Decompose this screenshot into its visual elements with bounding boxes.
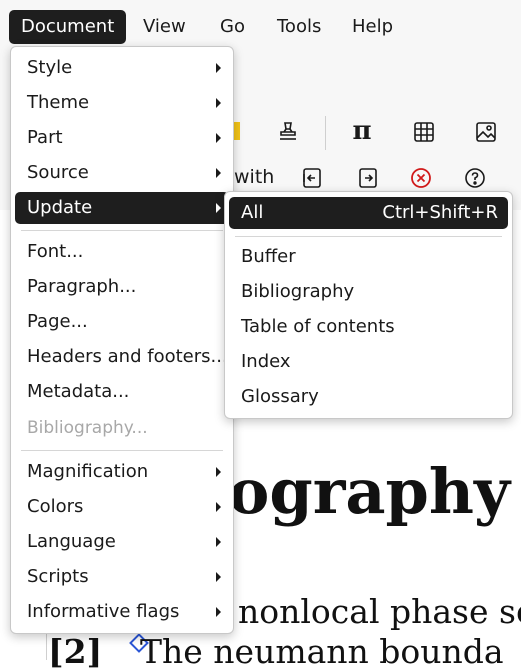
submenu-arrow-icon <box>216 63 221 73</box>
submenu-arrow-icon <box>216 467 221 477</box>
submenu-item-table-of-contents[interactable]: Table of contents <box>229 311 508 343</box>
menu-tools[interactable]: Tools <box>265 10 333 44</box>
menu-item-language[interactable]: Language <box>15 526 229 558</box>
cancel-icon[interactable] <box>407 164 435 192</box>
menu-item-label: Language <box>27 531 116 552</box>
menu-item-colors[interactable]: Colors <box>15 491 229 523</box>
submenu-item-glossary[interactable]: Glossary <box>229 381 508 413</box>
menu-item-label: Style <box>27 57 73 78</box>
submenu-arrow-icon <box>216 607 221 617</box>
menu-item-label: Magnification <box>27 461 149 482</box>
menubar: Document View Go Tools Help <box>0 0 521 50</box>
menu-item-label: Scripts <box>27 566 89 587</box>
menu-item-style[interactable]: Style <box>15 52 229 84</box>
update-submenu: All Ctrl+Shift+R Buffer Bibliography Tab… <box>224 191 513 419</box>
menu-item-label: Part <box>27 127 63 148</box>
submenu-arrow-icon <box>216 98 221 108</box>
doc-text-line-1: nonlocal phase se <box>238 592 521 631</box>
submenu-arrow-icon <box>216 203 221 213</box>
menu-item-font[interactable]: Font... <box>15 236 229 268</box>
table-icon[interactable] <box>410 118 438 146</box>
fold-right-icon[interactable] <box>354 164 382 192</box>
menu-go[interactable]: Go <box>208 10 257 44</box>
submenu-arrow-icon <box>216 537 221 547</box>
submenu-arrow-icon <box>216 572 221 582</box>
submenu-item-bibliography[interactable]: Bibliography <box>229 276 508 308</box>
menu-item-source[interactable]: Source <box>15 157 229 189</box>
stamp-icon[interactable] <box>274 118 302 146</box>
menu-item-label: Theme <box>27 92 90 113</box>
submenu-arrow-icon <box>216 502 221 512</box>
image-icon[interactable] <box>472 118 500 146</box>
menu-item-part[interactable]: Part <box>15 122 229 154</box>
menu-item-metadata[interactable]: Metadata... <box>15 376 229 408</box>
toolbar-separator <box>325 116 326 150</box>
menu-view[interactable]: View <box>131 10 198 44</box>
menu-item-label: Source <box>27 162 89 183</box>
pi-icon[interactable]: π <box>348 116 376 146</box>
menu-item-paragraph[interactable]: Paragraph... <box>15 271 229 303</box>
menu-separator <box>21 230 223 231</box>
menu-help[interactable]: Help <box>340 10 405 44</box>
doc-text-line-2: The neumann bounda <box>140 632 504 671</box>
shortcut-label: Ctrl+Shift+R <box>382 202 498 223</box>
menu-item-theme[interactable]: Theme <box>15 87 229 119</box>
menu-item-scripts[interactable]: Scripts <box>15 561 229 593</box>
submenu-item-all[interactable]: All Ctrl+Shift+R <box>229 197 508 229</box>
menu-item-magnification[interactable]: Magnification <box>15 456 229 488</box>
menu-item-page[interactable]: Page... <box>15 306 229 338</box>
submenu-arrow-icon <box>216 168 221 178</box>
menu-item-bibliography: Bibliography... <box>27 418 148 438</box>
fold-left-icon[interactable] <box>298 164 326 192</box>
menu-item-label: Informative flags <box>27 601 180 622</box>
menu-item-headers-footers[interactable]: Headers and footers... <box>15 341 229 373</box>
submenu-item-buffer[interactable]: Buffer <box>229 241 508 273</box>
submenu-item-label: All <box>241 202 264 223</box>
menu-separator <box>21 450 223 451</box>
menu-item-update[interactable]: Update <box>15 192 229 224</box>
menu-item-label: Colors <box>27 496 84 517</box>
menu-document[interactable]: Document <box>9 10 127 44</box>
help-icon[interactable] <box>461 164 489 192</box>
menu-item-informative-flags[interactable]: Informative flags <box>15 596 229 628</box>
doc-heading-fragment: ography <box>228 455 510 528</box>
submenu-item-index[interactable]: Index <box>229 346 508 378</box>
with-label: with <box>234 166 275 188</box>
menu-item-label: Update <box>27 197 93 218</box>
doc-reference-label: [2] <box>48 632 103 671</box>
document-menu: Style Theme Part Source Update Font... P… <box>10 46 234 634</box>
menu-separator <box>235 236 502 237</box>
submenu-arrow-icon <box>216 133 221 143</box>
